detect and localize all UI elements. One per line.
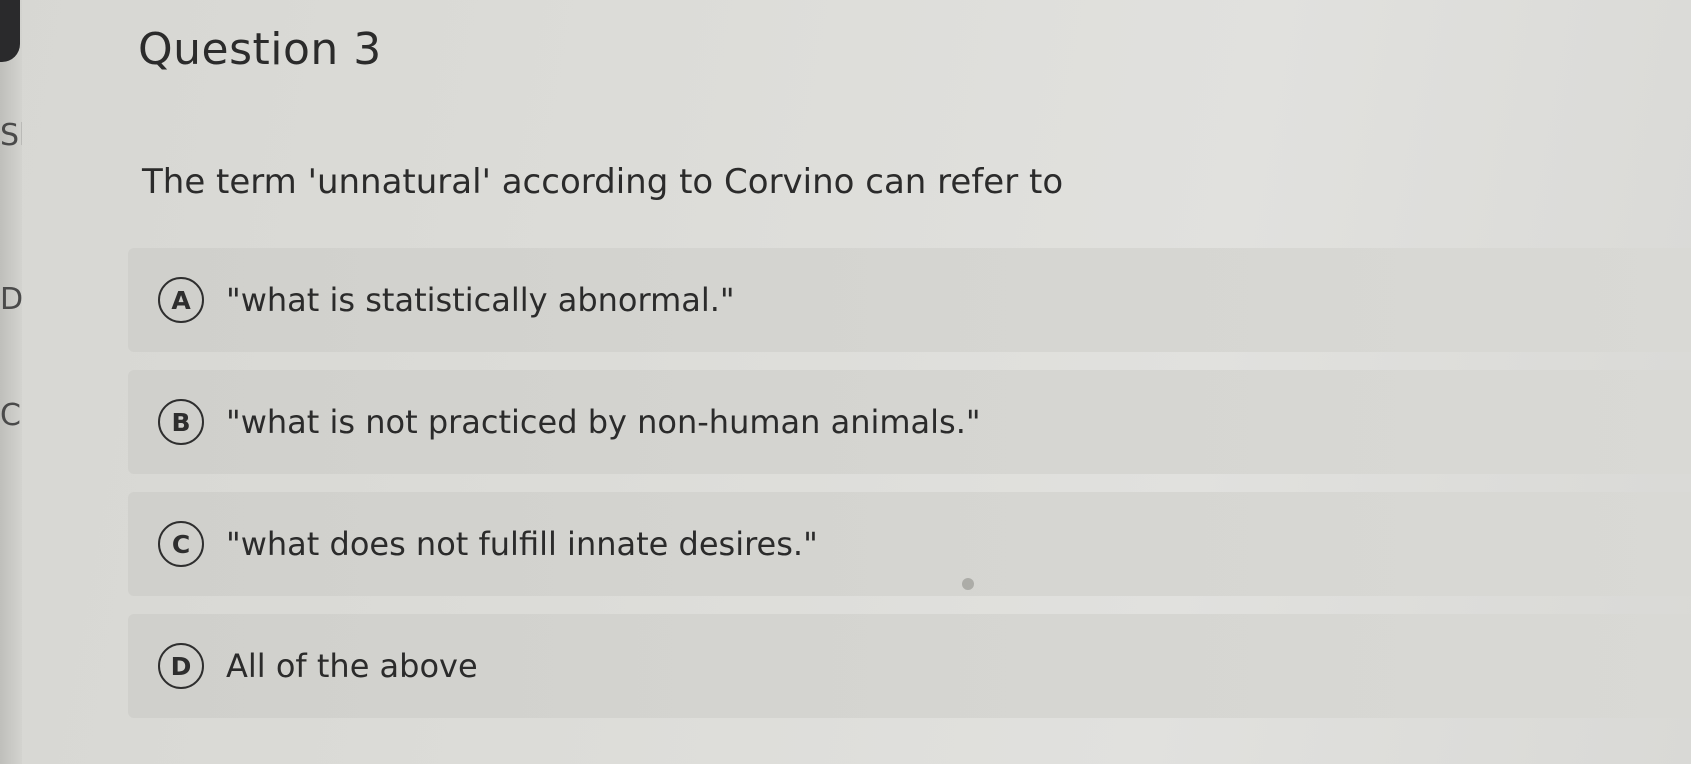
option-b[interactable]: B "what is not practiced by non-human an…	[128, 370, 1691, 474]
option-c[interactable]: C "what does not fulfill innate desires.…	[128, 492, 1691, 596]
answer-options: A "what is statistically abnormal." B "w…	[128, 248, 1691, 736]
option-text-b: "what is not practiced by non-human anim…	[226, 403, 981, 441]
left-edge-panel: Sl D C	[0, 0, 22, 764]
option-letter-b: B	[158, 399, 204, 445]
option-text-c: "what does not fulfill innate desires."	[226, 525, 818, 563]
option-a[interactable]: A "what is statistically abnormal."	[128, 248, 1691, 352]
edge-dark-corner	[0, 0, 20, 62]
option-d[interactable]: D All of the above	[128, 614, 1691, 718]
option-text-d: All of the above	[226, 647, 478, 685]
question-prompt: The term 'unnatural' according to Corvin…	[142, 162, 1064, 202]
edge-cut-text: C	[0, 398, 21, 433]
screen-smudge	[962, 578, 974, 590]
option-letter-a: A	[158, 277, 204, 323]
question-title: Question 3	[138, 24, 382, 75]
option-letter-c: C	[158, 521, 204, 567]
option-letter-d: D	[158, 643, 204, 689]
option-text-a: "what is statistically abnormal."	[226, 281, 735, 319]
edge-cut-text: D	[0, 282, 22, 317]
edge-cut-text: Sl	[0, 118, 22, 153]
